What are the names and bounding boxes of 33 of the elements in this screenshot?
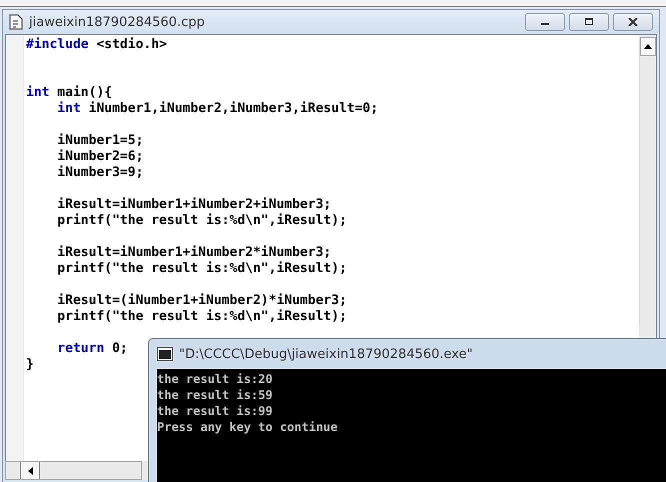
vertical-scrollbar[interactable] (639, 37, 656, 327)
minimize-button[interactable] (525, 13, 565, 31)
maximize-button[interactable] (569, 13, 609, 31)
code-line: iResult=iNumber1+iNumber2*iNumber3; (56, 245, 332, 261)
code-line: return 0; (56, 341, 128, 357)
left-arrow-icon (28, 466, 32, 474)
horizontal-scrollbar[interactable] (5, 461, 142, 480)
console-icon (157, 347, 173, 361)
code-line: #include <stdio.h> (26, 37, 167, 53)
console-output-line: the result is:20 (157, 371, 274, 387)
code-line: iResult=(iNumber1+iNumber2)*iNumber3; (56, 293, 347, 309)
document-icon (9, 14, 23, 30)
scroll-up-button[interactable] (640, 37, 656, 56)
code-line: int iNumber1,iNumber2,iNumber3,iResult=0; (56, 101, 378, 117)
code-line: iNumber3=9; (56, 165, 144, 181)
up-arrow-icon (644, 44, 652, 49)
code-line: int main(){ (26, 85, 112, 101)
close-icon (627, 18, 639, 26)
console-output-line: the result is:59 (157, 387, 274, 403)
code-line: iNumber2=6; (56, 149, 144, 165)
console-output-line: the result is:99 (157, 403, 274, 419)
code-line: printf("the result is:%d\n",iResult); (56, 309, 347, 325)
code-line: } (26, 357, 34, 373)
window-title: "D:\CCCC\Debug\jiaweixin18790284560.exe" (179, 346, 473, 362)
code-line: iNumber1=5; (56, 133, 144, 149)
code-line: printf("the result is:%d\n",iResult); (56, 213, 347, 229)
close-button[interactable] (613, 13, 653, 31)
code-line: iResult=iNumber1+iNumber2+iNumber3; (56, 197, 332, 213)
code-line: printf("the result is:%d\n",iResult); (56, 261, 347, 277)
console-output-line: Press any key to continue (157, 419, 339, 435)
maximize-icon (583, 18, 595, 26)
scroll-left-button[interactable] (20, 462, 40, 479)
window-title: jiaweixin18790284560.cpp (29, 14, 205, 30)
